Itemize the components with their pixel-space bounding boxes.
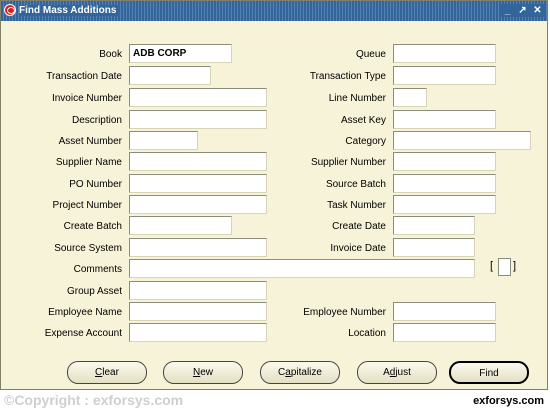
comments-field[interactable] [129,259,475,278]
source-system-field[interactable] [129,238,267,257]
po-number-label: PO Number [69,179,122,190]
maximize-icon[interactable]: ↗ [516,4,529,17]
site-brand: exforsys.com [473,395,544,407]
transaction-date-field[interactable] [129,66,211,85]
queue-label: Queue [355,49,386,60]
create-batch-field[interactable] [129,216,232,235]
minimize-icon[interactable]: _ [501,4,514,17]
supplier-number-field[interactable] [393,152,496,171]
source-batch-field[interactable] [393,174,496,193]
clear-button[interactable]: Clear [67,361,147,384]
title-bar: Find Mass Additions _ ↗ ✕ [1,1,547,21]
line-number-field[interactable] [393,88,427,107]
po-number-field[interactable] [129,174,267,193]
description-field[interactable] [129,110,267,129]
create-date-field[interactable] [393,216,475,235]
expense-account-field[interactable] [129,323,267,342]
copyright-watermark: ©Copyright : exforsys.com [4,392,184,408]
expense-account-label: Expense Account [44,328,122,339]
oracle-app-icon [4,4,16,16]
asset-key-label: Asset Key [340,115,386,126]
asset-key-field[interactable] [393,110,496,129]
supplier-name-field[interactable] [129,152,267,171]
queue-field[interactable] [393,44,496,63]
project-number-label: Project Number [52,200,122,211]
asset-number-field[interactable] [129,131,198,150]
employee-name-field[interactable] [129,302,267,321]
project-number-field[interactable] [129,195,267,214]
invoice-number-label: Invoice Number [51,93,122,104]
category-field[interactable] [393,131,531,150]
employee-number-field[interactable] [393,302,496,321]
book-label: Book [99,49,122,60]
invoice-date-label: Invoice Date [330,243,386,254]
source-batch-label: Source Batch [325,179,386,190]
transaction-type-field[interactable] [393,66,496,85]
flex-field-close-bracket: ] [513,260,517,272]
flex-field-open-bracket: [ [490,260,494,272]
window-title: Find Mass Additions [19,5,121,16]
task-number-field[interactable] [393,195,496,214]
invoice-number-field[interactable] [129,88,267,107]
employee-number-label: Employee Number [303,307,386,318]
invoice-date-field[interactable] [393,238,475,257]
find-button[interactable]: Find [449,361,529,384]
close-icon[interactable]: ✕ [531,4,544,17]
create-date-label: Create Date [332,221,386,232]
description-label: Description [71,115,122,126]
transaction-date-label: Transaction Date [46,71,122,82]
group-asset-field[interactable] [129,281,267,300]
supplier-number-label: Supplier Number [310,157,386,168]
book-field[interactable]: ADB CORP [129,44,232,63]
category-label: Category [345,136,386,147]
adjust-button[interactable]: Adjust [357,361,437,384]
line-number-label: Line Number [328,93,386,104]
capitalize-button[interactable]: Capitalize [260,361,340,384]
comments-label: Comments [73,264,122,275]
group-asset-label: Group Asset [66,286,122,297]
find-mass-additions-window: Find Mass Additions _ ↗ ✕ Book ADB CORP … [0,0,548,390]
source-system-label: Source System [54,243,122,254]
descriptive-flexfield[interactable] [498,258,511,276]
supplier-name-label: Supplier Name [55,157,122,168]
location-label: Location [348,328,386,339]
asset-number-label: Asset Number [58,136,122,147]
employee-name-label: Employee Name [48,307,122,318]
location-field[interactable] [393,323,496,342]
new-button[interactable]: New [163,361,243,384]
transaction-type-label: Transaction Type [309,71,386,82]
create-batch-label: Create Batch [63,221,122,232]
task-number-label: Task Number [327,200,386,211]
